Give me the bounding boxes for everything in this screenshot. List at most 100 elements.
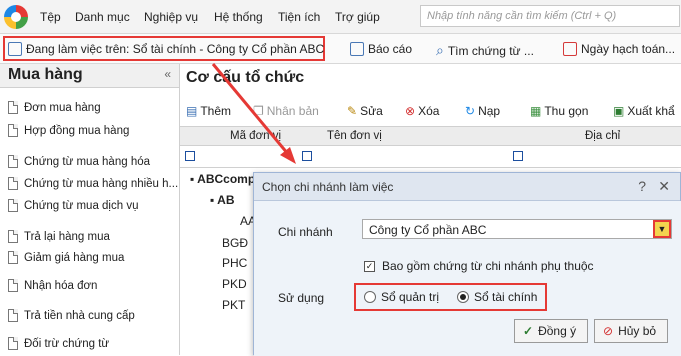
dialog-title: Chọn chi nhánh làm việc (262, 180, 394, 194)
use-label: Sử dụng (278, 291, 325, 305)
close-icon[interactable]: ✕ (658, 178, 670, 195)
help-icon[interactable]: ? (638, 178, 646, 194)
radio-management-label: Sổ quản trị (381, 290, 440, 304)
add-button[interactable]: ▤ Thêm (186, 104, 231, 118)
working-context-label: Đang làm việc trên: Sổ tài chính - Công … (26, 42, 325, 56)
export-button[interactable]: ▣ Xuất khẩ (613, 104, 675, 118)
sidebar-item-label: Chứng từ mua hàng nhiều h... (24, 177, 179, 190)
column-unit-code[interactable]: Mã đơn vị (230, 130, 281, 142)
sidebar-item-service-voucher[interactable]: Chứng từ mua dịch vụ (8, 199, 138, 212)
app-logo-icon (4, 5, 28, 29)
add-label: Thêm (200, 104, 232, 118)
sidebar-item-multi-voucher[interactable]: Chứng từ mua hàng nhiều h... (8, 177, 178, 190)
collapse-tree-icon: ▦ (530, 104, 542, 118)
report-icon (350, 42, 364, 56)
report-button[interactable]: Báo cáo (350, 42, 412, 56)
tree-row[interactable]: BGĐ (222, 236, 248, 250)
search-input[interactable]: Nhập tính năng cần tìm kiếm (Ctrl + Q) (420, 5, 680, 27)
column-unit-name[interactable]: Tên đơn vị (327, 130, 382, 142)
sidebar-item-label: Chứng từ mua dịch vụ (24, 199, 139, 212)
sidebar-item-purchase-order[interactable]: Đơn mua hàng (8, 101, 101, 114)
edit-button[interactable]: ✎ Sửa (347, 104, 383, 118)
report-label: Báo cáo (368, 42, 413, 56)
radio-finance-book[interactable] (457, 291, 469, 303)
tree-row[interactable]: ▪ AB (210, 193, 235, 207)
include-subsidiary-checkbox[interactable]: ✓ (364, 261, 375, 272)
sidebar-item-label: Nhận hóa đơn (24, 279, 98, 292)
radio-management-book[interactable] (364, 291, 376, 303)
sidebar-item-label: Giảm giá hàng mua (24, 251, 125, 264)
check-icon: ✓ (523, 324, 534, 338)
tree-row[interactable]: PHC (222, 256, 247, 270)
edit-label: Sửa (360, 104, 383, 118)
include-subsidiary-label: Bao gồm chứng từ chi nhánh phụ thuộc (382, 259, 594, 273)
chevron-down-icon[interactable]: ▼ (653, 220, 671, 238)
cancel-button[interactable]: ⊘ Hủy bỏ (594, 319, 668, 343)
pencil-icon: ✎ (347, 104, 358, 118)
sidebar-item-purchase-discount[interactable]: Giảm giá hàng mua (8, 251, 124, 264)
document-icon (8, 230, 18, 243)
collapse-sidebar-icon[interactable]: « (164, 67, 171, 81)
filter-unit-code[interactable] (185, 151, 195, 161)
menu-utilities[interactable]: Tiện ích (278, 10, 320, 24)
tree-row[interactable]: ▪ ABCcomp (190, 172, 255, 186)
tree-row[interactable]: PKD (222, 277, 247, 291)
menu-help[interactable]: Trợ giúp (335, 10, 380, 24)
menu-file[interactable]: Tệp (40, 10, 61, 24)
document-icon (8, 101, 18, 114)
document-icon (8, 177, 18, 190)
sidebar-title: Mua hàng (8, 66, 83, 83)
working-context[interactable]: Đang làm việc trên: Sổ tài chính - Công … (8, 42, 324, 56)
duplicate-icon: ❐ (253, 104, 264, 118)
sidebar-item-offset-voucher[interactable]: Đối trừ chứng từ (8, 337, 109, 350)
duplicate-label: Nhân bản (266, 104, 319, 118)
filter-address[interactable] (513, 151, 523, 161)
collapse-button[interactable]: ▦ Thu gọn (530, 104, 588, 118)
sidebar-item-label: Đơn mua hàng (24, 101, 101, 114)
sidebar-item-receive-invoice[interactable]: Nhận hóa đơn (8, 279, 97, 292)
document-icon (8, 337, 18, 350)
delete-icon: ⊗ (405, 104, 416, 118)
cancel-label: Hủy bỏ (618, 324, 657, 338)
export-label: Xuất khẩ (627, 104, 675, 118)
delete-button[interactable]: ⊗ Xóa (405, 104, 439, 118)
calendar-icon (563, 42, 577, 56)
add-icon: ▤ (186, 104, 198, 118)
sidebar-item-purchase-contract[interactable]: Hợp đồng mua hàng (8, 124, 129, 137)
document-icon (8, 251, 18, 264)
branch-label: Chi nhánh (278, 225, 333, 239)
radio-finance-label: Sổ tài chính (474, 290, 538, 304)
document-icon (8, 279, 18, 292)
menu-bar: Tệp Danh mục Nghiệp vụ Hệ thống Tiện ích… (0, 0, 681, 34)
dialog-title-bar: Chọn chi nhánh làm việc ? ✕ (254, 173, 680, 201)
menu-operations[interactable]: Nghiệp vụ (144, 10, 198, 24)
document-icon (8, 155, 18, 168)
document-icon (8, 199, 18, 212)
tree-row-label: ABCcomp (197, 172, 256, 186)
page-title: Cơ cấu tổ chức (186, 69, 305, 86)
sidebar-item-purchase-return[interactable]: Trả lại hàng mua (8, 230, 110, 243)
document-icon (8, 309, 18, 322)
sidebar-item-pay-supplier[interactable]: Trả tiền nhà cung cấp (8, 309, 135, 322)
find-voucher-label: Tìm chứng từ ... (447, 43, 534, 58)
sidebar-header: Mua hàng « (0, 64, 179, 88)
filter-unit-name[interactable] (302, 151, 312, 161)
reload-label: Nạp (478, 104, 501, 118)
sidebar-item-label: Trả lại hàng mua (24, 230, 110, 243)
posting-date-button[interactable]: Ngày hạch toán... (563, 42, 675, 56)
sidebar-item-goods-voucher[interactable]: Chứng từ mua hàng hóa (8, 155, 150, 168)
branch-dialog: Chọn chi nhánh làm việc ? ✕ Chi nhánh Cô… (253, 172, 681, 356)
menu-system[interactable]: Hệ thống (214, 10, 263, 24)
sidebar-item-label: Trả tiền nhà cung cấp (24, 309, 135, 322)
duplicate-button[interactable]: ❐ Nhân bản (253, 104, 319, 118)
column-address[interactable]: Địa chỉ (585, 130, 620, 142)
sidebar-item-label: Hợp đồng mua hàng (24, 124, 130, 137)
find-voucher-button[interactable]: ⌕ Tìm chứng từ ... (436, 42, 534, 59)
branch-value: Công ty Cổ phần ABC (369, 223, 487, 237)
reload-button[interactable]: ↻ Nạp (465, 104, 500, 118)
menu-catalog[interactable]: Danh mục (75, 10, 130, 24)
grid-header: Mã đơn vị Tên đơn vị Địa chỉ (180, 126, 681, 146)
confirm-button[interactable]: ✓ Đồng ý (514, 319, 588, 343)
tree-row[interactable]: PKT (222, 298, 245, 312)
branch-select[interactable]: Công ty Cổ phần ABC ▼ (362, 219, 672, 239)
